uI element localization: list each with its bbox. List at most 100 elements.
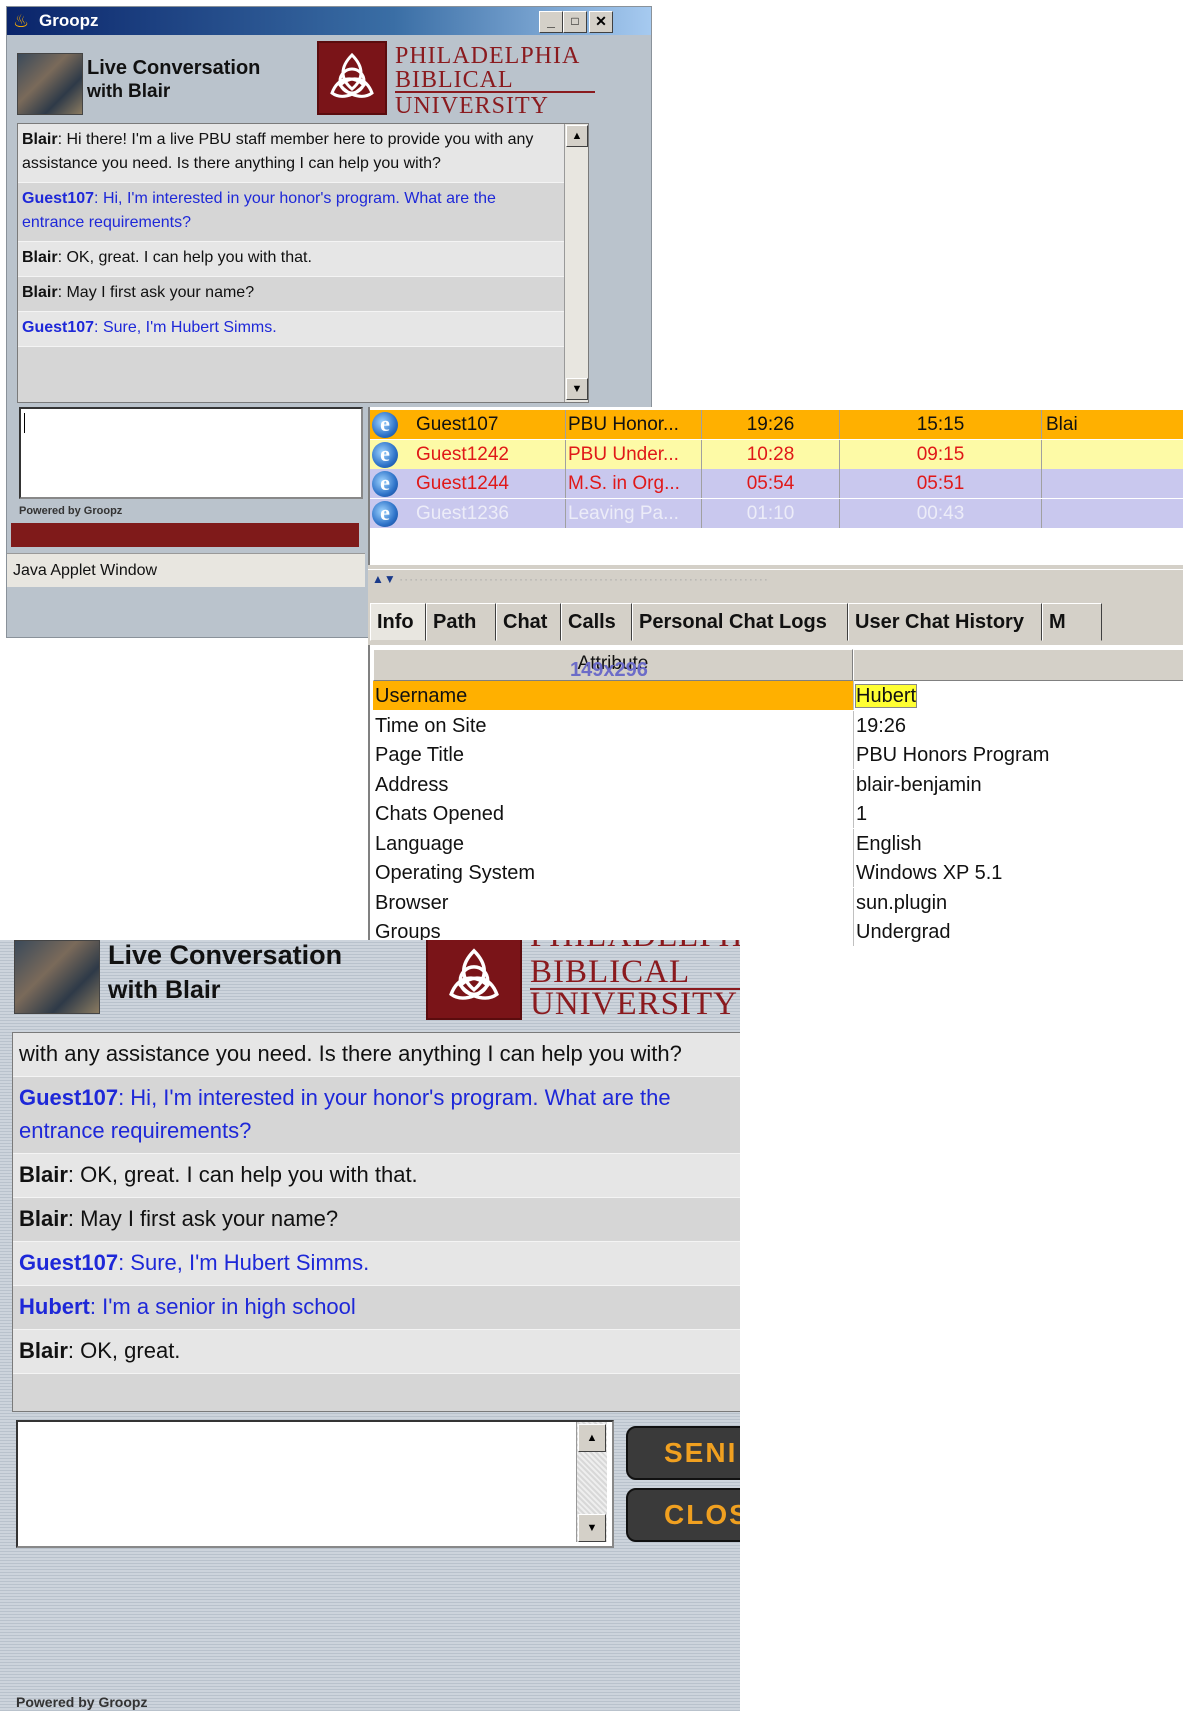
info-value: PBU Honors Program <box>853 740 1183 769</box>
input-scroll-down-icon[interactable]: ▼ <box>578 1514 606 1542</box>
message-text: : May I first ask your name? <box>57 284 255 301</box>
message-sender: Guest107 <box>22 190 95 207</box>
text-cursor <box>24 413 25 433</box>
close-chat-button[interactable]: CLOS <box>626 1488 740 1542</box>
title-bar[interactable]: ♨ Groopz _ □ ✕ <box>7 7 651 35</box>
chat-scrollbar[interactable]: ▲ ▼ <box>564 124 588 402</box>
university-logo <box>317 41 387 115</box>
operator-console: e Guest107 PBU Honor... 19:26 15:15 Blai e Gues… <box>368 407 1183 946</box>
splitter[interactable]: ▲▼ ·····································… <box>368 569 1183 597</box>
tab-path[interactable]: Path <box>426 603 496 641</box>
university-logo-large <box>426 940 522 1020</box>
visitor-row[interactable]: e Guest1244 M.S. in Org... 05:54 05:51 <box>370 469 1183 498</box>
visitor-operator <box>1042 469 1183 498</box>
scroll-up-icon[interactable]: ▲ <box>566 125 588 147</box>
close-button[interactable]: ✕ <box>589 11 613 33</box>
visitor-time2: 15:15 <box>840 410 1042 439</box>
chat-message: Guest107: Hi, I'm interested in your hon… <box>18 183 564 242</box>
chat-transcript[interactable]: Blair: Hi there! I'm a live PBU staff me… <box>17 123 589 403</box>
chat-message: Hubert: I'm a senior in high school <box>13 1286 740 1330</box>
minimize-button[interactable]: _ <box>539 11 563 33</box>
message-sender: Guest107 <box>19 1250 119 1275</box>
tab-calls[interactable]: Calls <box>561 603 632 641</box>
info-row[interactable]: Language English <box>373 828 1183 858</box>
message-text: : OK, great. I can help you with that. <box>57 249 312 266</box>
scroll-down-icon[interactable]: ▼ <box>566 378 588 400</box>
visitor-time-on-site: 05:54 <box>702 469 840 498</box>
powered-by-large: Powered by Groopz <box>16 1694 148 1710</box>
info-value: Windows XP 5.1 <box>853 858 1183 887</box>
tab-chat[interactable]: Chat <box>496 603 561 641</box>
message-text: : I'm a senior in high school <box>89 1294 356 1319</box>
message-input[interactable] <box>19 407 363 499</box>
info-row[interactable]: Page Title PBU Honors Program <box>373 740 1183 769</box>
message-sender: Guest107 <box>22 319 95 336</box>
info-row[interactable]: Chats Opened 1 <box>373 799 1183 828</box>
message-sender: Blair <box>19 1162 68 1187</box>
header-title-large: Live Conversation <box>108 940 343 970</box>
message-text: : Sure, I'm Hubert Simms. <box>118 1250 370 1275</box>
info-value: Undergrad <box>853 917 1183 946</box>
logo-line1-large: PHILADELPHIA <box>530 940 740 955</box>
info-value: 1 <box>853 799 1183 828</box>
visitor-name: Guest107 <box>370 410 566 439</box>
info-attribute: Username <box>373 681 853 710</box>
info-row[interactable]: Address blair-benjamin <box>373 769 1183 799</box>
trinity-knot-icon <box>330 52 374 98</box>
input-scroll-up-icon[interactable]: ▲ <box>578 1424 606 1452</box>
message-input-large[interactable]: ▲ ▼ <box>16 1420 614 1548</box>
agent-name-large: Blair <box>164 976 221 1004</box>
header-with-agent: with Blair <box>87 81 170 103</box>
visitor-row[interactable]: e Guest1242 PBU Under... 10:28 09:15 <box>370 439 1183 469</box>
visitor-page: M.S. in Org... <box>566 469 702 498</box>
visitor-name: Guest1242 <box>370 439 566 469</box>
visitor-list[interactable]: e Guest107 PBU Honor... 19:26 15:15 Blai e Gues… <box>368 407 1183 565</box>
tab-info[interactable]: Info <box>370 603 426 641</box>
chat-message: Blair: OK, great. I can help you with th… <box>13 1154 740 1198</box>
chat-message-list-large: with any assistance you need. Is there a… <box>13 1033 740 1374</box>
chat-message: Blair: Hi there! I'm a live PBU staff me… <box>18 124 564 183</box>
message-sender: Blair <box>22 131 58 148</box>
info-row[interactable]: Browser sun.plugin <box>373 887 1183 917</box>
tab-m[interactable]: M <box>1042 603 1102 641</box>
info-value-highlight[interactable]: Hubert <box>854 684 918 708</box>
value-column-header[interactable] <box>853 649 1183 681</box>
chat-message: Blair: May I first ask your name? <box>13 1198 740 1242</box>
visitor-page: PBU Under... <box>566 439 702 469</box>
chat-message: Blair: OK, great. I can help you with th… <box>18 242 564 277</box>
splitter-arrows-icon[interactable]: ▲▼ <box>372 572 396 586</box>
window-title: Groopz <box>39 11 99 30</box>
maximize-button[interactable]: □ <box>563 11 587 33</box>
message-sender: Blair <box>22 249 58 266</box>
visitor-operator: Blai <box>1042 410 1183 439</box>
visitor-row[interactable]: e Guest107 PBU Honor... 19:26 15:15 Blai <box>370 410 1183 439</box>
visitor-name: Guest1236 <box>370 498 566 528</box>
status-bar <box>11 523 359 547</box>
info-row[interactable]: Time on Site 19:26 <box>373 710 1183 740</box>
info-row[interactable]: Username Hubert <box>373 681 1183 710</box>
message-text: : OK, great. <box>67 1338 181 1363</box>
visitor-row[interactable]: e Guest1236 Leaving Pa... 01:10 00:43 <box>370 498 1183 528</box>
info-attribute: Time on Site <box>375 714 487 737</box>
send-button[interactable]: SENI <box>626 1426 740 1480</box>
info-attribute: Page Title <box>375 744 464 766</box>
visitor-operator <box>1042 499 1183 528</box>
visitor-time2: 00:43 <box>840 498 1042 528</box>
java-applet-label: Java Applet Window <box>7 553 365 587</box>
info-row[interactable]: Operating System Windows XP 5.1 <box>373 858 1183 887</box>
header-with-large: with <box>108 976 158 1004</box>
logo-line2: BIBLICAL <box>395 67 514 93</box>
chat-transcript-large[interactable]: with any assistance you need. Is there a… <box>12 1032 740 1412</box>
chat-message: Guest107: Sure, I'm Hubert Simms. <box>18 312 564 347</box>
info-value: English <box>853 828 1183 858</box>
info-attribute: Browser <box>375 891 449 914</box>
tab-personal-chat-logs[interactable]: Personal Chat Logs <box>632 603 848 641</box>
header-with-agent-large: with Blair <box>108 976 221 1005</box>
info-attribute: Address <box>375 773 449 796</box>
logo-line3-large: UNIVERSITY <box>530 986 738 1022</box>
info-value: 19:26 <box>853 710 1183 740</box>
message-text: : May I first ask your name? <box>67 1206 339 1231</box>
tab-user-chat-history[interactable]: User Chat History <box>848 603 1042 641</box>
input-scrollbar[interactable]: ▲ ▼ <box>576 1422 607 1542</box>
info-value[interactable]: Hubert <box>853 681 1183 710</box>
